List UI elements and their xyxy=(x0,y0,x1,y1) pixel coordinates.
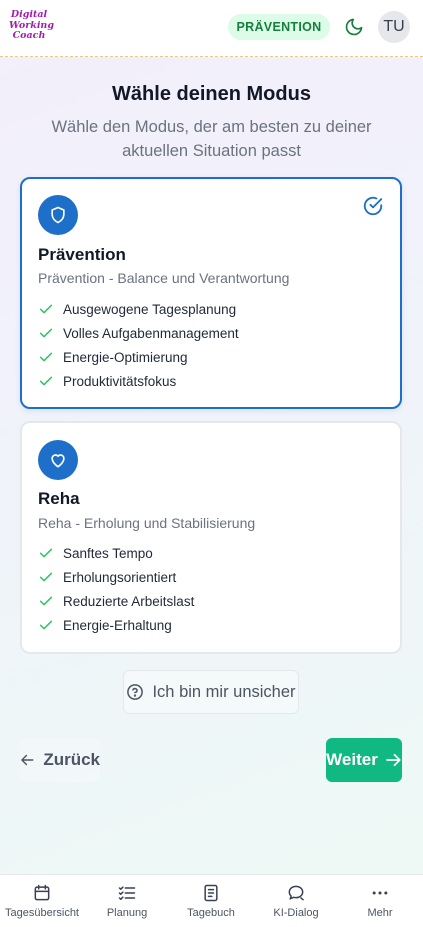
mode-card-reha[interactable]: Reha Reha - Erholung und Stabilisierung … xyxy=(20,421,402,654)
nav-label: Mehr xyxy=(367,907,393,919)
back-label: Zurück xyxy=(43,750,100,769)
feature-label: Volles Aufgabenmanagement xyxy=(63,325,239,341)
feature-list: Sanftes Tempo Erholungsorientiert Reduzi… xyxy=(38,541,194,637)
logo-line-1: Digital xyxy=(10,9,48,20)
check-icon xyxy=(39,328,53,338)
feature-item: Energie-Erhaltung xyxy=(38,613,194,637)
nav-mehr[interactable]: Mehr xyxy=(340,875,420,927)
mode-icon-container xyxy=(38,195,78,235)
nav-planung[interactable]: Planung xyxy=(86,875,168,927)
more-icon xyxy=(372,891,388,895)
nav-label: KI-Dialog xyxy=(273,907,319,919)
book-icon xyxy=(204,884,218,902)
mode-name: Reha xyxy=(38,489,80,508)
user-avatar[interactable]: TU xyxy=(378,11,410,43)
back-button[interactable]: Zurück xyxy=(20,738,100,782)
feature-label: Ausgewogene Tagesplanung xyxy=(63,301,237,317)
mode-badge: PRÄVENTION xyxy=(228,14,330,40)
app-logo[interactable]: Digital Working Coach xyxy=(9,9,54,46)
check-icon xyxy=(39,620,53,630)
feature-item: Produktivitätsfokus xyxy=(38,369,239,393)
unsure-label: Ich bin mir unsicher xyxy=(152,682,296,701)
help-circle-icon xyxy=(127,684,144,700)
logo-line-3: Coach xyxy=(12,30,46,41)
mode-card-praevention[interactable]: Prävention Prävention - Balance und Vera… xyxy=(20,177,402,409)
next-label: Weiter xyxy=(326,750,378,769)
app-header: Digital Working Coach PRÄVENTION TU xyxy=(0,0,423,57)
mode-description: Prävention - Balance und Verantwortung xyxy=(38,270,290,286)
nav-label: Planung xyxy=(106,907,148,919)
unsure-button[interactable]: Ich bin mir unsicher xyxy=(123,670,299,714)
check-icon xyxy=(39,596,53,606)
page-title: Wähle deinen Modus xyxy=(112,83,311,105)
feature-list: Ausgewogene Tagesplanung Volles Aufgaben… xyxy=(38,297,239,393)
calendar-icon xyxy=(34,884,50,901)
bottom-nav: Tagesübersicht Planung Tagebuch KI-Dialo… xyxy=(0,874,423,927)
arrow-right-icon xyxy=(386,753,401,767)
nav-tagesuebersicht[interactable]: Tagesübersicht xyxy=(0,875,84,927)
feature-item: Ausgewogene Tagesplanung xyxy=(38,297,239,321)
feature-item: Volles Aufgabenmanagement xyxy=(38,321,239,345)
chat-icon xyxy=(288,885,304,901)
feature-label: Produktivitätsfokus xyxy=(63,373,177,389)
check-icon xyxy=(39,548,53,558)
check-icon xyxy=(39,572,53,582)
moon-icon xyxy=(345,18,363,36)
selected-check-icon xyxy=(363,196,383,216)
check-icon xyxy=(39,352,53,362)
mode-name: Prävention xyxy=(38,245,126,264)
page-subtitle: Wähle den Modus, der am besten zu deiner… xyxy=(51,118,372,160)
feature-item: Erholungsorientiert xyxy=(38,565,194,589)
feature-label: Energie-Erhaltung xyxy=(63,617,172,633)
mode-description: Reha - Erholung und Stabilisierung xyxy=(38,515,256,531)
arrow-left-icon xyxy=(21,754,34,766)
feature-label: Erholungsorientiert xyxy=(63,569,177,585)
mode-icon-container xyxy=(38,440,78,480)
feature-label: Reduzierte Arbeitslast xyxy=(63,593,195,609)
next-button[interactable]: Weiter xyxy=(326,738,402,782)
feature-label: Sanftes Tempo xyxy=(63,545,153,561)
list-check-icon xyxy=(118,886,136,900)
feature-item: Reduzierte Arbeitslast xyxy=(38,589,194,613)
check-icon xyxy=(39,304,53,314)
shield-icon xyxy=(51,206,65,224)
feature-item: Energie-Optimierung xyxy=(38,345,239,369)
heart-icon xyxy=(51,454,65,468)
nav-tagebuch[interactable]: Tagebuch xyxy=(170,875,252,927)
feature-item: Sanftes Tempo xyxy=(38,541,194,565)
theme-toggle-button[interactable] xyxy=(343,16,365,38)
check-icon xyxy=(39,376,53,386)
feature-label: Energie-Optimierung xyxy=(63,349,188,365)
nav-label: Tagebuch xyxy=(187,907,235,919)
nav-label: Tagesübersicht xyxy=(5,907,79,919)
nav-ki-dialog[interactable]: KI-Dialog xyxy=(254,875,338,927)
